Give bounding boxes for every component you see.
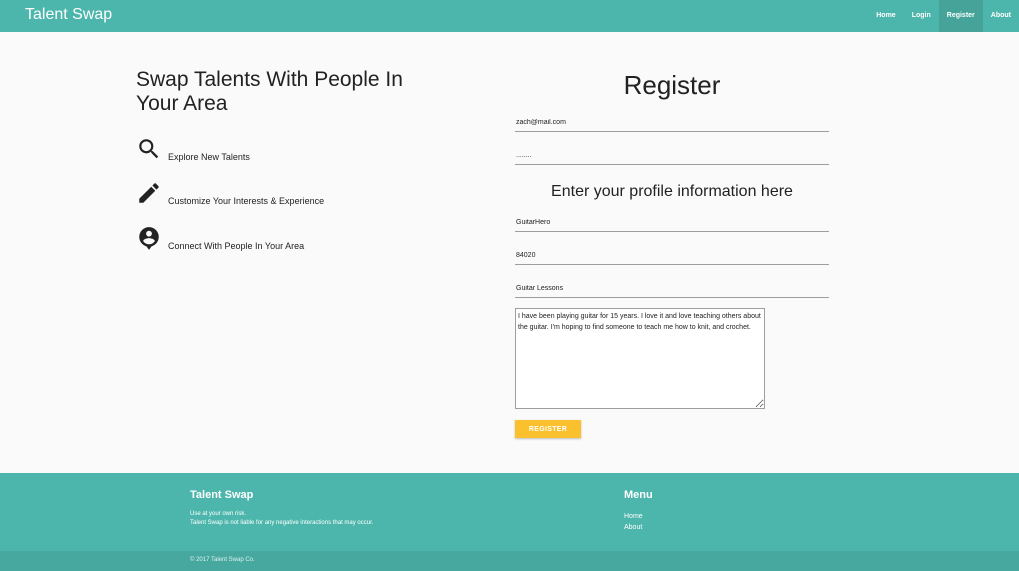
profile-section-title: Enter your profile information here <box>551 183 793 200</box>
footer-disclaimer: Use at your own risk. Talent Swap is not… <box>190 510 373 528</box>
footer-menu-title: Menu <box>624 489 653 501</box>
password-input[interactable] <box>515 147 829 165</box>
brand-logo[interactable]: Talent Swap <box>25 6 112 24</box>
footer-menu: Home About <box>624 511 643 533</box>
top-navbar: Talent Swap Home Login Register About <box>0 0 1019 32</box>
feature-connect: Connect With People In Your Area <box>136 225 304 251</box>
email-input[interactable] <box>515 114 829 132</box>
footer-copyright-bar: © 2017 Talent Swap Co. <box>0 551 1019 571</box>
feature-text: Connect With People In Your Area <box>168 241 305 251</box>
feature-explore: Explore New Talents <box>136 136 250 162</box>
footer-disclaimer-line: Use at your own risk. <box>190 511 247 517</box>
register-button[interactable]: REGISTER <box>515 420 581 438</box>
footer: Talent Swap Use at your own risk. Talent… <box>0 473 1019 571</box>
nav-register-link[interactable]: Register <box>938 0 983 32</box>
bio-textarea[interactable]: I have been playing guitar for 15 years.… <box>515 308 765 409</box>
pencil-icon <box>136 180 162 206</box>
talent-input[interactable] <box>515 280 829 298</box>
username-input[interactable] <box>515 214 829 232</box>
feature-text: Explore New Talents <box>168 152 250 162</box>
nav-links: Home Login Register About <box>868 0 1019 32</box>
register-title: Register <box>623 70 721 100</box>
hero-title: Swap Talents With People In Your Area <box>136 68 403 115</box>
person-pin-icon <box>136 225 162 251</box>
zip-input[interactable] <box>515 247 829 265</box>
copyright-text: © 2017 Talent Swap Co. <box>190 557 255 563</box>
search-icon <box>136 136 162 162</box>
nav-home-link[interactable]: Home <box>868 0 903 32</box>
feature-customize: Customize Your Interests & Experience <box>136 180 324 206</box>
footer-home-link[interactable]: Home <box>624 511 643 522</box>
nav-login-link[interactable]: Login <box>904 0 939 32</box>
nav-about-link[interactable]: About <box>983 0 1019 32</box>
feature-text: Customize Your Interests & Experience <box>168 196 325 206</box>
footer-disclaimer-line: Talent Swap is not liable for any negati… <box>190 520 374 526</box>
footer-about-link[interactable]: About <box>624 522 643 533</box>
footer-brand: Talent Swap <box>190 489 254 501</box>
